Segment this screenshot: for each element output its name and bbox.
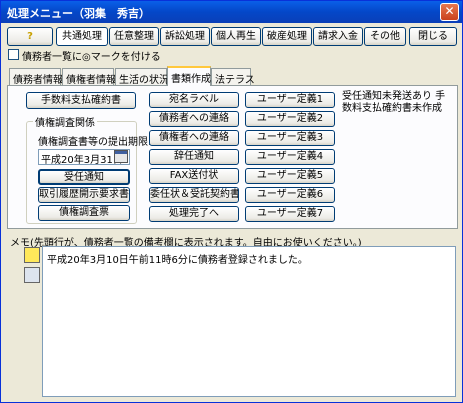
fee-confirmation-button[interactable]: 手数料支払確約書	[26, 92, 136, 109]
process-menu-window: 処理メニュー（羽集 秀吉） ✕ ? 共通処理 任意整理 訴訟処理 個人再生 破産…	[0, 0, 463, 403]
note-icon[interactable]	[24, 247, 40, 263]
mark-checkbox[interactable]	[8, 49, 19, 60]
user-def-2-button[interactable]: ユーザー定義2	[245, 111, 335, 127]
deadline-label: 債権調査書等の提出期限:	[38, 137, 152, 148]
tab-lawsuit[interactable]: 訴訟処理	[160, 27, 210, 46]
resignation-notice-button[interactable]: 辞任通知	[149, 149, 239, 165]
tab-creditor-info[interactable]: 債権者情報	[62, 68, 116, 86]
zoom-icon[interactable]	[24, 267, 40, 283]
user-def-1-button[interactable]: ユーザー定義1	[245, 92, 335, 108]
user-def-3-button[interactable]: ユーザー定義3	[245, 130, 335, 146]
tab-rehabilitation[interactable]: 個人再生	[211, 27, 261, 46]
tab-common[interactable]: 共通処理	[56, 27, 108, 46]
user-def-4-button[interactable]: ユーザー定義4	[245, 149, 335, 165]
power-of-attorney-button[interactable]: 委任状＆受託契約書	[149, 187, 239, 203]
status-note: 受任通知未発送あり 手数料支払確約書未作成	[342, 91, 446, 114]
group-label: 債権調査関係	[33, 114, 97, 129]
contact-debtor-button[interactable]: 債務者への連絡	[149, 111, 239, 127]
tab-houterasu[interactable]: 法テラス	[211, 68, 255, 86]
mark-checkbox-label: 債務者一覧に◎マークを付ける	[22, 52, 161, 63]
window-title: 処理メニュー（羽集 秀吉）	[7, 7, 150, 20]
contact-creditor-button[interactable]: 債権者への連絡	[149, 130, 239, 146]
address-label-button[interactable]: 宛名ラベル	[149, 92, 239, 108]
fax-cover-button[interactable]: FAX送付状	[149, 168, 239, 184]
calendar-icon[interactable]	[114, 150, 128, 163]
tab-other[interactable]: その他	[364, 27, 406, 46]
user-def-6-button[interactable]: ユーザー定義6	[245, 187, 335, 203]
title-bar: 処理メニュー（羽集 秀吉） ✕	[1, 1, 462, 23]
tab-bankruptcy[interactable]: 破産処理	[262, 27, 312, 46]
tab-living-situation[interactable]: 生活の状況	[115, 68, 169, 86]
tab-billing[interactable]: 請求入金	[313, 27, 363, 46]
user-def-7-button[interactable]: ユーザー定義7	[245, 206, 335, 222]
tab-voluntary[interactable]: 任意整理	[109, 27, 159, 46]
tab-debtor-info[interactable]: 債務者情報	[9, 68, 63, 86]
help-icon[interactable]: ?	[7, 27, 53, 46]
close-button[interactable]: 閉じる	[409, 27, 457, 46]
accept-notice-button[interactable]: 受任通知	[38, 169, 130, 185]
claim-table-button[interactable]: 債権調査票	[38, 205, 130, 221]
disclosure-request-button[interactable]: 取引履歴開示要求書	[38, 187, 130, 203]
memo-textarea[interactable]: 平成20年3月10日午前11時6分に債務者登録されました。	[42, 246, 456, 397]
user-def-5-button[interactable]: ユーザー定義5	[245, 168, 335, 184]
close-window-icon[interactable]: ✕	[440, 3, 459, 21]
tab-document-creation[interactable]: 書類作成	[167, 66, 211, 86]
complete-processing-button[interactable]: 処理完了へ	[149, 206, 239, 222]
